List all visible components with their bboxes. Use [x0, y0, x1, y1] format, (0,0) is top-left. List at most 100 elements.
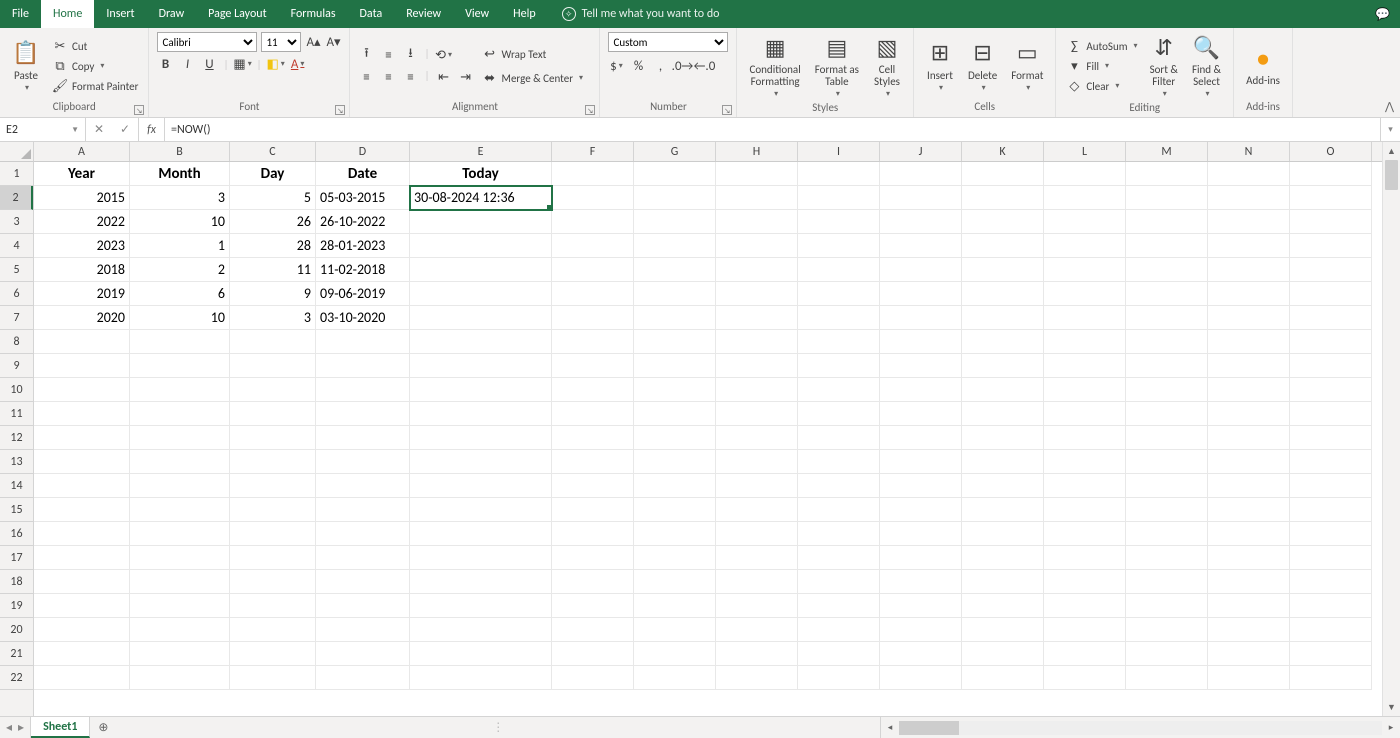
cell-E16[interactable]	[410, 522, 552, 546]
cell-J21[interactable]	[880, 642, 962, 666]
border-button[interactable]: ▦	[235, 56, 251, 72]
cell-C2[interactable]: 5	[230, 186, 316, 210]
cell-K10[interactable]	[962, 378, 1044, 402]
cell-D12[interactable]	[316, 426, 410, 450]
cell-K4[interactable]	[962, 234, 1044, 258]
cell-O5[interactable]	[1290, 258, 1372, 282]
cell-L12[interactable]	[1044, 426, 1126, 450]
cell-E19[interactable]	[410, 594, 552, 618]
dialog-launcher[interactable]: ↘	[335, 105, 345, 115]
cell-J22[interactable]	[880, 666, 962, 690]
cell-K16[interactable]	[962, 522, 1044, 546]
cell-B17[interactable]	[130, 546, 230, 570]
cell-E15[interactable]	[410, 498, 552, 522]
row-header-5[interactable]: 5	[0, 258, 33, 282]
cell-H7[interactable]	[716, 306, 798, 330]
menu-tab-draw[interactable]: Draw	[147, 0, 197, 28]
cell-H12[interactable]	[716, 426, 798, 450]
cell-I18[interactable]	[798, 570, 880, 594]
cell-A10[interactable]	[34, 378, 130, 402]
cell-I2[interactable]	[798, 186, 880, 210]
menu-tab-insert[interactable]: Insert	[94, 0, 146, 28]
row-header-2[interactable]: 2	[0, 186, 33, 210]
cell-O16[interactable]	[1290, 522, 1372, 546]
cell-I8[interactable]	[798, 330, 880, 354]
cell-N10[interactable]	[1208, 378, 1290, 402]
wrap-text-button[interactable]: ↩Wrap Text	[480, 45, 586, 63]
cell-D5[interactable]: 11-02-2018	[316, 258, 410, 282]
merge-center-button[interactable]: ⬌Merge & Center	[480, 69, 586, 87]
cell-N4[interactable]	[1208, 234, 1290, 258]
scroll-thumb[interactable]	[1385, 160, 1398, 190]
cell-C18[interactable]	[230, 570, 316, 594]
cell-B19[interactable]	[130, 594, 230, 618]
cell-A21[interactable]	[34, 642, 130, 666]
cell-G6[interactable]	[634, 282, 716, 306]
cell-I13[interactable]	[798, 450, 880, 474]
cell-K8[interactable]	[962, 330, 1044, 354]
cell-B16[interactable]	[130, 522, 230, 546]
select-all-corner[interactable]	[0, 142, 34, 162]
cell-A8[interactable]	[34, 330, 130, 354]
cell-K7[interactable]	[962, 306, 1044, 330]
row-header-9[interactable]: 9	[0, 354, 33, 378]
cell-B7[interactable]: 10	[130, 306, 230, 330]
cell-H17[interactable]	[716, 546, 798, 570]
cell-J12[interactable]	[880, 426, 962, 450]
col-header-F[interactable]: F	[552, 142, 634, 161]
sheet-tab[interactable]: Sheet1	[31, 717, 90, 738]
autosum-button[interactable]: ∑AutoSum	[1064, 37, 1139, 55]
cell-N1[interactable]	[1208, 162, 1290, 186]
cell-I17[interactable]	[798, 546, 880, 570]
conditional-formatting-button[interactable]: ▦Conditional Formatting	[745, 32, 804, 101]
prev-sheet-icon[interactable]: ◂	[6, 720, 12, 735]
format-painter-button[interactable]: 🖌Format Painter	[50, 77, 140, 95]
cell-B22[interactable]	[130, 666, 230, 690]
cell-G17[interactable]	[634, 546, 716, 570]
cell-O8[interactable]	[1290, 330, 1372, 354]
cell-D20[interactable]	[316, 618, 410, 642]
align-bottom-icon[interactable]: ⭳	[402, 47, 418, 63]
cell-J8[interactable]	[880, 330, 962, 354]
scroll-left-icon[interactable]: ◂	[881, 722, 899, 733]
cell-H14[interactable]	[716, 474, 798, 498]
find-select-button[interactable]: 🔍Find & Select	[1188, 32, 1225, 101]
cell-I16[interactable]	[798, 522, 880, 546]
cell-E1[interactable]: Today	[410, 162, 552, 186]
col-header-K[interactable]: K	[962, 142, 1044, 161]
cell-C7[interactable]: 3	[230, 306, 316, 330]
cell-G12[interactable]	[634, 426, 716, 450]
cell-O22[interactable]	[1290, 666, 1372, 690]
indent-increase-icon[interactable]: ⇥	[458, 69, 474, 85]
cell-I22[interactable]	[798, 666, 880, 690]
cell-G20[interactable]	[634, 618, 716, 642]
cell-L14[interactable]	[1044, 474, 1126, 498]
cell-N22[interactable]	[1208, 666, 1290, 690]
cell-E14[interactable]	[410, 474, 552, 498]
cell-B11[interactable]	[130, 402, 230, 426]
row-header-16[interactable]: 16	[0, 522, 33, 546]
cell-L15[interactable]	[1044, 498, 1126, 522]
cell-M18[interactable]	[1126, 570, 1208, 594]
cell-H3[interactable]	[716, 210, 798, 234]
cell-O20[interactable]	[1290, 618, 1372, 642]
menu-tab-review[interactable]: Review	[394, 0, 453, 28]
cell-M22[interactable]	[1126, 666, 1208, 690]
cell-D21[interactable]	[316, 642, 410, 666]
cell-K17[interactable]	[962, 546, 1044, 570]
cell-M21[interactable]	[1126, 642, 1208, 666]
cell-C4[interactable]: 28	[230, 234, 316, 258]
cell-L5[interactable]	[1044, 258, 1126, 282]
cell-L6[interactable]	[1044, 282, 1126, 306]
row-header-17[interactable]: 17	[0, 546, 33, 570]
row-header-3[interactable]: 3	[0, 210, 33, 234]
cell-L3[interactable]	[1044, 210, 1126, 234]
cell-G7[interactable]	[634, 306, 716, 330]
cell-N20[interactable]	[1208, 618, 1290, 642]
cell-E21[interactable]	[410, 642, 552, 666]
cell-A19[interactable]	[34, 594, 130, 618]
cell-G15[interactable]	[634, 498, 716, 522]
cell-B10[interactable]	[130, 378, 230, 402]
col-header-C[interactable]: C	[230, 142, 316, 161]
cell-O7[interactable]	[1290, 306, 1372, 330]
